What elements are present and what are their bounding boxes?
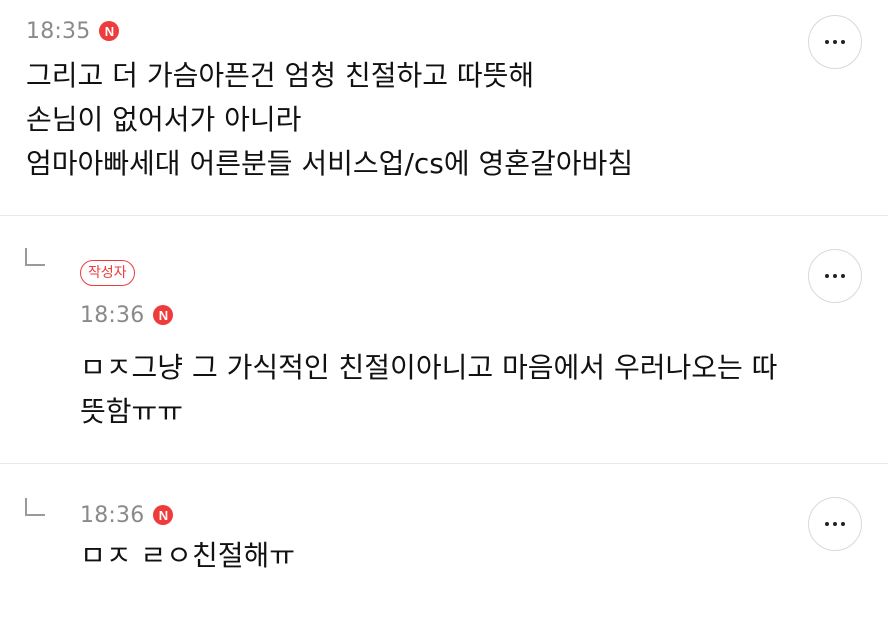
comment-line: 손님이 없어서가 아니라 xyxy=(26,103,302,136)
reply-comment-item: 18:36 N ㅁㅈ ㄹㅇ친절해ㅠ xyxy=(0,464,888,643)
new-badge-icon: N xyxy=(153,305,174,325)
comment-body: ㅁㅈ그냥 그 가식적인 친절이아니고 마음에서 우러나오는 따 뜻함ㅠㅠ xyxy=(80,346,777,434)
new-badge-icon: N xyxy=(99,21,120,41)
comment-line: 엄마아빠세대 어른분들 서비스업/cs에 영혼갈아바침 xyxy=(26,147,634,180)
comment-line: ㅁㅈ그냥 그 가식적인 친절이아니고 마음에서 우러나오는 따 xyxy=(80,351,778,384)
new-badge-icon: N xyxy=(153,505,174,525)
more-options-button[interactable] xyxy=(808,497,862,551)
comment-line: 뜻함ㅠㅠ xyxy=(80,395,184,428)
comment-time: 18:36 xyxy=(80,502,145,528)
comment-line: ㅁㅈ ㄹㅇ친절해ㅠ xyxy=(80,539,295,572)
comment-meta: 18:36 N xyxy=(80,300,174,330)
more-horizontal-icon xyxy=(825,40,845,44)
comment-line: 그리고 더 가슴아픈건 엄청 친절하고 따뜻해 xyxy=(26,59,535,92)
comment-body: ㅁㅈ ㄹㅇ친절해ㅠ xyxy=(80,534,295,578)
comment-time: 18:36 xyxy=(80,302,145,328)
more-options-button[interactable] xyxy=(808,15,862,69)
more-horizontal-icon xyxy=(825,522,845,526)
reply-arrow-icon xyxy=(25,248,45,266)
comment-time: 18:35 xyxy=(26,18,91,44)
more-horizontal-icon xyxy=(825,274,845,278)
author-badge: 작성자 xyxy=(80,260,135,286)
comment-meta: 18:35 N xyxy=(26,16,120,46)
comment-meta: 18:36 N xyxy=(80,500,174,530)
reply-comment-item: 작성자 18:36 N ㅁㅈ그냥 그 가식적인 친절이아니고 마음에서 우러나오… xyxy=(0,216,888,464)
comment-item: 18:35 N 그리고 더 가슴아픈건 엄청 친절하고 따뜻해 손님이 없어서가… xyxy=(0,0,888,216)
reply-arrow-icon xyxy=(25,498,45,516)
comment-body: 그리고 더 가슴아픈건 엄청 친절하고 따뜻해 손님이 없어서가 아니라 엄마아… xyxy=(26,54,633,186)
more-options-button[interactable] xyxy=(808,249,862,303)
